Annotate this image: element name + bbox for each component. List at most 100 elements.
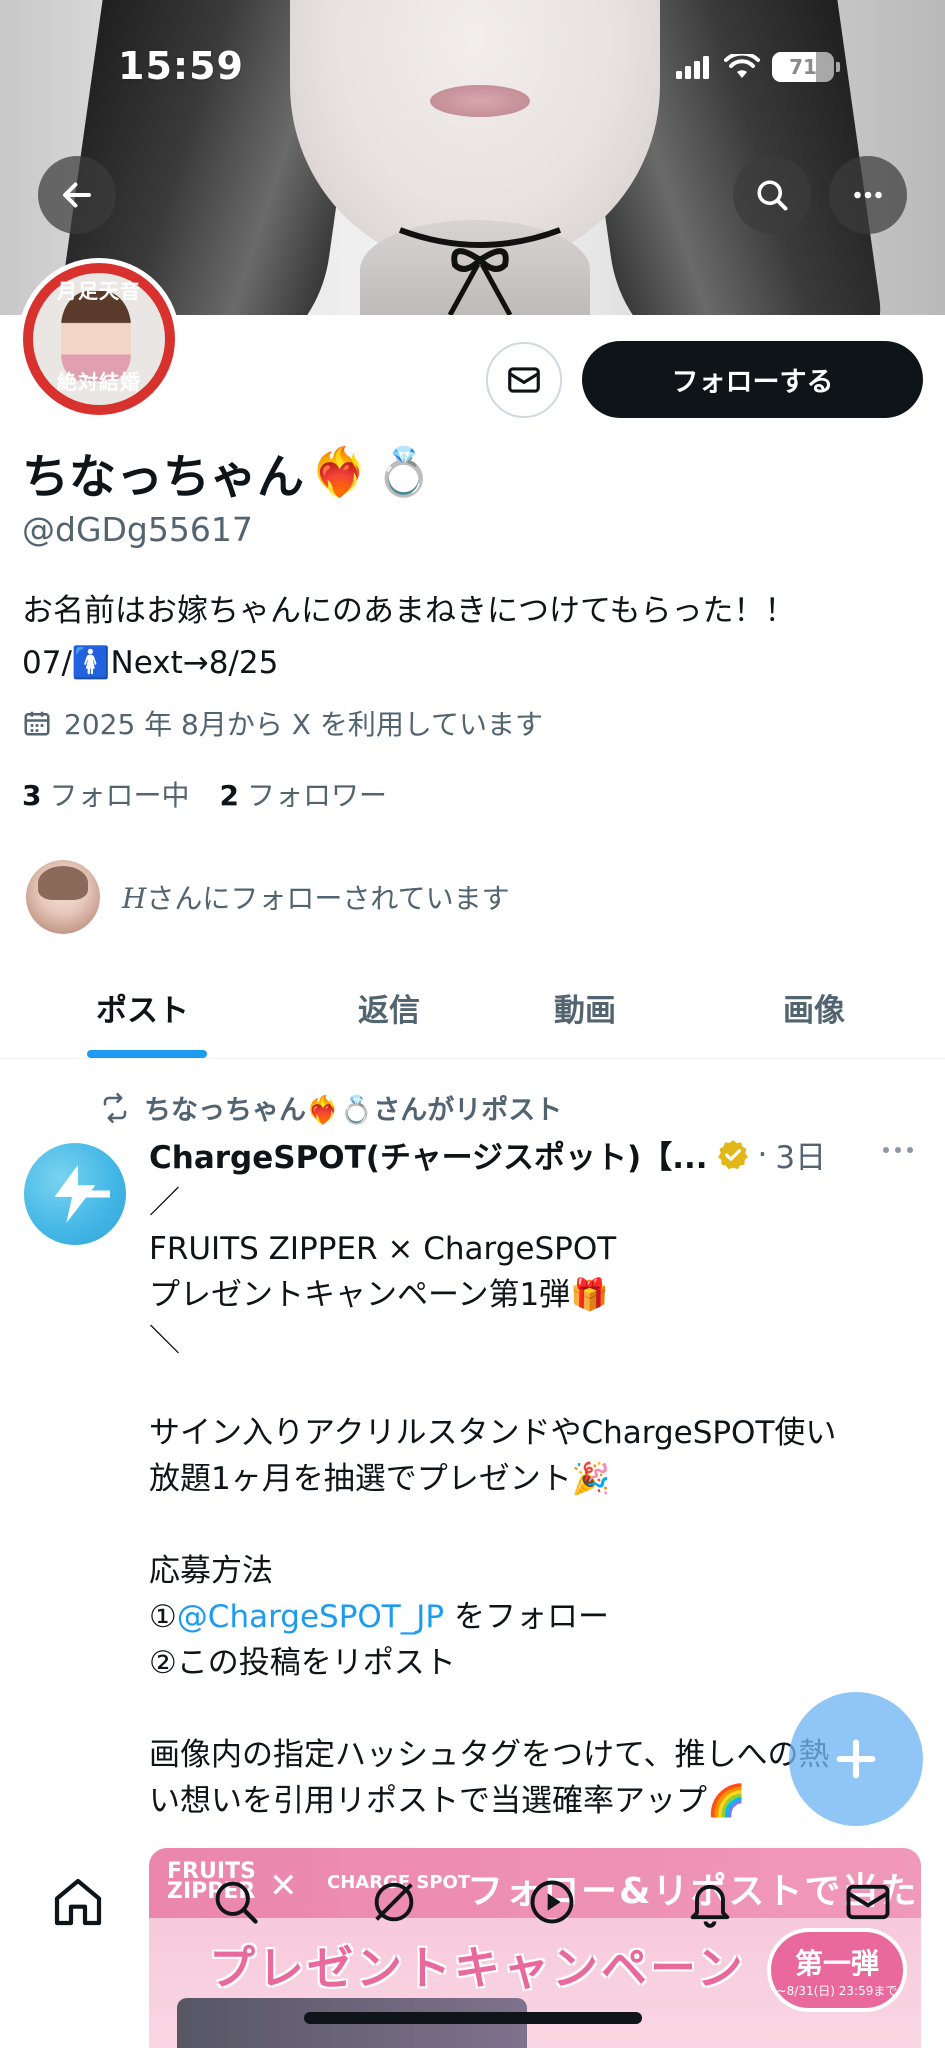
name-emoji-heart: ❤️‍🔥 <box>310 445 369 500</box>
name-emoji-ring: 💍 <box>374 445 434 500</box>
followed-by-suffix: さんにフォローされています <box>146 882 510 915</box>
post-line: ＼ <box>149 1323 180 1359</box>
calendar-icon <box>24 711 50 736</box>
follow-stats: 3 フォロー中 2 フォロワー <box>22 774 387 814</box>
tab-images[interactable]: 画像 <box>783 985 845 1030</box>
battery-indicator: 71 <box>772 52 834 82</box>
compose-post-button[interactable] <box>789 1692 923 1826</box>
post-line: サイン入りアクリルスタンドやChargeSPOT使い <box>149 1415 837 1451</box>
joined-text: 2025 年 8月から X を利用しています <box>64 708 544 741</box>
promo-badge: 第一弾 ~8/31(日) 23:59まで <box>767 1928 907 2012</box>
search-button[interactable] <box>733 156 811 234</box>
display-name-text: ちなっちゃん <box>22 450 304 505</box>
post-line: ／ <box>149 1185 180 1221</box>
followed-by[interactable]: Hさんにフォローされています <box>26 860 510 934</box>
display-name: ちなっちゃん ❤️‍🔥 💍 <box>22 438 433 507</box>
more-horizontal-icon <box>854 191 882 199</box>
post-line: 応募方法 <box>149 1553 273 1589</box>
bio-emoji: 🚺 <box>71 645 111 681</box>
home-indicator <box>304 2012 642 2024</box>
more-options-button[interactable] <box>829 156 907 234</box>
post-time-separator: · <box>757 1136 768 1173</box>
search-icon <box>757 180 788 211</box>
nav-notifications[interactable] <box>680 1872 740 1932</box>
arrow-left-icon <box>63 182 91 208</box>
tab-posts[interactable]: ポスト <box>96 985 189 1030</box>
follower-name: H <box>122 882 147 915</box>
verified-badge-icon <box>717 1139 748 1169</box>
bio-suffix: Next→8/25 <box>110 645 279 681</box>
status-icons: 71 <box>676 52 840 82</box>
post-author-name[interactable]: ChargeSPOT(チャージスポット)【... <box>149 1132 708 1177</box>
followers-label: フォロワー <box>246 779 387 812</box>
post-timestamp[interactable]: 3日 <box>775 1132 826 1177</box>
followers-link[interactable]: 2 フォロワー <box>220 774 388 814</box>
bell-icon <box>690 1884 730 1928</box>
chargespot-logo-icon <box>54 1164 110 1224</box>
profile-tabs: ポスト 返信 動画 画像 <box>0 955 945 1059</box>
nav-search[interactable] <box>206 1872 266 1932</box>
post-more-button[interactable] <box>880 1140 916 1164</box>
follower-avatar <box>26 860 100 934</box>
mail-icon <box>846 1884 890 1920</box>
wifi-icon <box>724 54 760 78</box>
post-line: FRUITS ZIPPER × ChargeSPOT <box>149 1231 617 1267</box>
post-header: ChargeSPOT(チャージスポット)【... · 3日 <box>149 1132 826 1177</box>
following-count: 3 <box>22 779 42 812</box>
mention-suffix: をフォロー <box>444 1599 609 1635</box>
avatar-text-bottom: 絶対結婚 <box>57 370 141 394</box>
user-handle: @dGDg55617 <box>22 510 253 549</box>
post-line: 放題1ヶ月を抽選でプレゼント🎉 <box>149 1461 611 1497</box>
cellular-signal-icon <box>676 56 709 79</box>
mention-link[interactable]: @ChargeSPOT_JP <box>177 1599 444 1635</box>
search-icon <box>215 1881 258 1924</box>
promo-main-title: プレゼントキャンペーン <box>209 1941 746 1995</box>
home-icon <box>54 1878 102 1926</box>
promo-cross: ✕ <box>269 1866 298 1906</box>
post-line: ②この投稿をリポスト <box>149 1645 456 1681</box>
nav-home[interactable] <box>48 1872 108 1932</box>
mention-prefix: ① <box>149 1599 177 1635</box>
post-author-avatar[interactable] <box>24 1143 126 1245</box>
post-line: プレゼントキャンペーン第1弾🎁 <box>149 1277 609 1313</box>
status-time: 15:59 <box>118 44 244 88</box>
tab-videos[interactable]: 動画 <box>554 985 616 1030</box>
repost-by-text: ちなっちゃん❤️‍🔥💍さんがリポスト <box>144 1095 563 1126</box>
following-link[interactable]: 3 フォロー中 <box>22 774 190 814</box>
promo-badge-main: 第一弾 <box>794 1947 879 1980</box>
joined-date: 2025 年 8月から X を利用しています <box>22 703 543 743</box>
battery-tip <box>836 62 840 72</box>
back-button[interactable] <box>38 156 116 234</box>
post-blank-line <box>149 1364 919 1410</box>
more-horizontal-icon <box>883 1147 913 1153</box>
banner-lips <box>430 85 530 117</box>
battery-level: 71 <box>789 55 817 79</box>
promo-badge-sub: ~8/31(日) 23:59まで <box>776 1984 898 1998</box>
bio-line-1: お名前はお嫁ちゃんにのあまねきにつけてもらった！！ <box>22 593 796 629</box>
nav-messages[interactable] <box>838 1872 898 1932</box>
avatar-image: 月足天音 絶対結婚 <box>23 263 175 415</box>
banner-ribbon <box>398 227 562 315</box>
followed-by-text: Hさんにフォローされています <box>122 877 510 917</box>
followers-count: 2 <box>219 779 239 812</box>
profile-bio: お名前はお嫁ちゃんにのあまねきにつけてもらった！！ 07/ 🚺 Next→8/2… <box>22 585 922 689</box>
grok-icon <box>374 1882 414 1922</box>
compose-post-icon <box>836 1739 876 1779</box>
message-button[interactable] <box>486 342 562 418</box>
post-line-mention: ①@ChargeSPOT_JP をフォロー <box>149 1594 919 1640</box>
following-label: フォロー中 <box>49 779 190 812</box>
follow-button[interactable]: フォローする <box>582 341 923 418</box>
nav-video[interactable] <box>522 1872 582 1932</box>
tab-replies[interactable]: 返信 <box>358 985 420 1030</box>
nav-grok[interactable] <box>364 1872 424 1932</box>
bio-prefix: 07/ <box>22 645 72 681</box>
play-icon <box>530 1880 574 1924</box>
profile-avatar[interactable]: 月足天音 絶対結婚 <box>18 258 180 420</box>
avatar-text-top: 月足天音 <box>57 279 141 303</box>
active-tab-indicator <box>87 1050 207 1058</box>
repost-context[interactable]: ちなっちゃん❤️‍🔥💍さんがリポスト <box>98 1088 562 1127</box>
repost-icon <box>103 1092 127 1123</box>
post-blank-line <box>149 1502 919 1548</box>
mail-icon <box>508 367 540 393</box>
bio-line-2: 07/ 🚺 Next→8/25 <box>22 637 922 689</box>
